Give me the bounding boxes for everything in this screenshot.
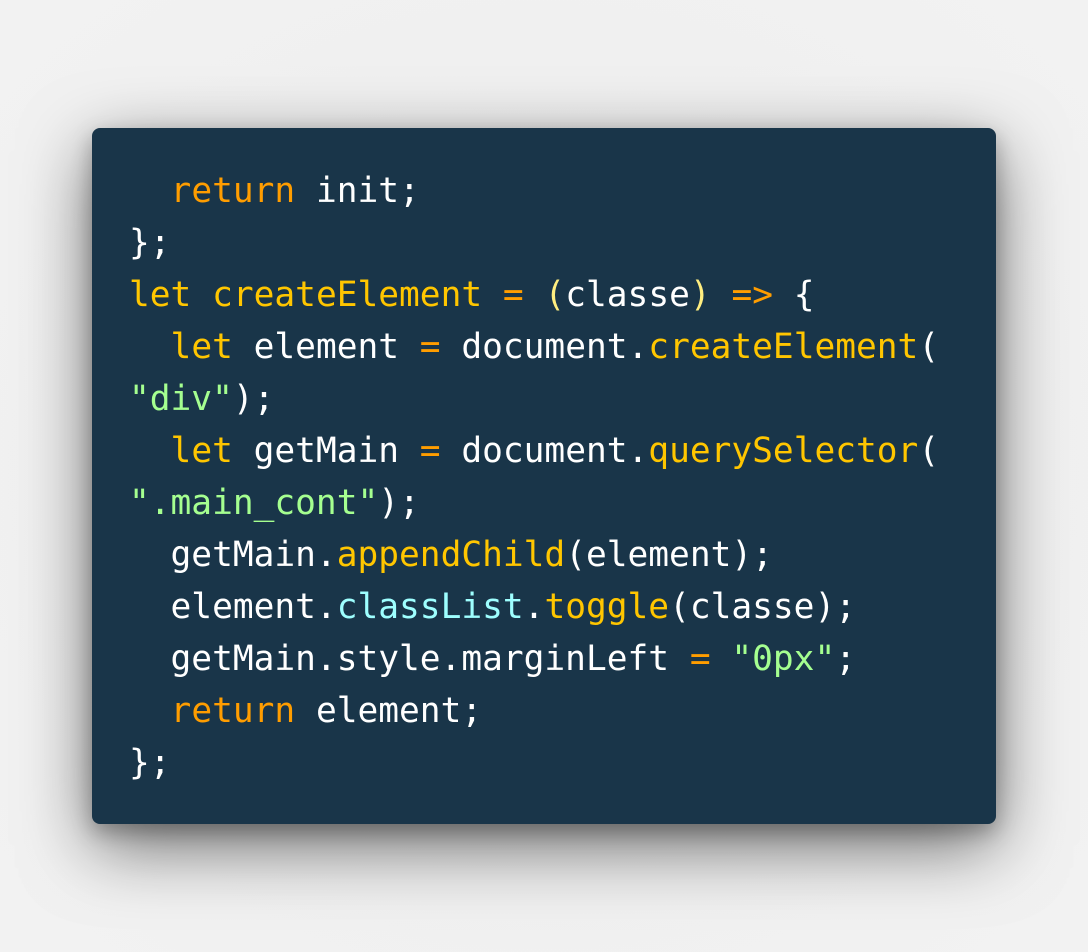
code-token: (classe); <box>669 587 856 627</box>
code-token: (element); <box>565 535 773 575</box>
code-token: ( <box>918 327 940 367</box>
code-token: ( <box>918 431 940 471</box>
code-token: element <box>232 327 420 367</box>
code-line: element.classList.toggle(classe); <box>129 581 996 633</box>
code-line: let element = document.createElement( <box>129 321 996 373</box>
code-token-keyword: = <box>502 275 524 315</box>
code-token-string: ".main_cont" <box>129 483 379 523</box>
code-token: getMain. <box>129 535 337 575</box>
code-snippet-card: return init;}; let createElement = (class… <box>92 128 996 824</box>
code-token-keyword: = <box>419 431 441 471</box>
code-token: }; <box>129 223 171 263</box>
code-block: return init;}; let createElement = (class… <box>129 165 996 789</box>
code-token-function: let <box>170 327 233 367</box>
code-token-paren: ( <box>544 275 566 315</box>
code-line: "div"); <box>129 373 996 425</box>
code-token: ); <box>378 483 420 523</box>
code-line: return element; <box>129 685 996 737</box>
code-token: document. <box>440 431 649 471</box>
code-token: element. <box>129 587 337 627</box>
code-token-function: querySelector <box>648 431 919 471</box>
code-line: getMain.style.marginLeft = "0px"; <box>129 633 996 685</box>
code-token-keyword: = <box>689 639 711 679</box>
code-token: }; <box>129 743 171 783</box>
code-token-keyword: return <box>170 171 296 211</box>
code-token-function: toggle <box>544 587 670 627</box>
code-line: ".main_cont"); <box>129 477 996 529</box>
code-token-string: "0px" <box>731 639 836 679</box>
code-token: ); <box>232 379 275 419</box>
code-line: let getMain = document.querySelector( <box>129 425 996 477</box>
code-token: { <box>772 275 815 315</box>
code-line: }; <box>129 217 996 269</box>
code-token-function: createElement <box>212 275 483 315</box>
code-token-paren: ) <box>689 275 711 315</box>
code-token-function: createElement <box>648 327 919 367</box>
code-line: }; <box>129 737 996 789</box>
code-token-keyword: return <box>170 691 296 731</box>
code-line: getMain.appendChild(element); <box>129 529 996 581</box>
code-token: getMain.style.marginLeft <box>129 639 690 679</box>
code-token: . <box>523 587 545 627</box>
code-token: ; <box>835 639 857 679</box>
code-token-function: let <box>170 431 233 471</box>
code-token-function: let <box>129 275 192 315</box>
code-token-function: appendChild <box>336 535 566 575</box>
code-token: classe <box>565 275 690 315</box>
code-token-keyword: = <box>419 327 441 367</box>
code-token-keyword: => <box>731 275 773 315</box>
code-token-property: classList <box>336 587 524 627</box>
code-token-string: "div" <box>129 379 233 419</box>
code-line: let createElement = (classe) => { <box>129 269 996 321</box>
code-token: element; <box>295 691 483 731</box>
code-line: return init; <box>129 165 996 217</box>
code-token: init; <box>295 171 420 211</box>
code-token: getMain <box>232 431 420 471</box>
code-token: document. <box>440 327 649 367</box>
